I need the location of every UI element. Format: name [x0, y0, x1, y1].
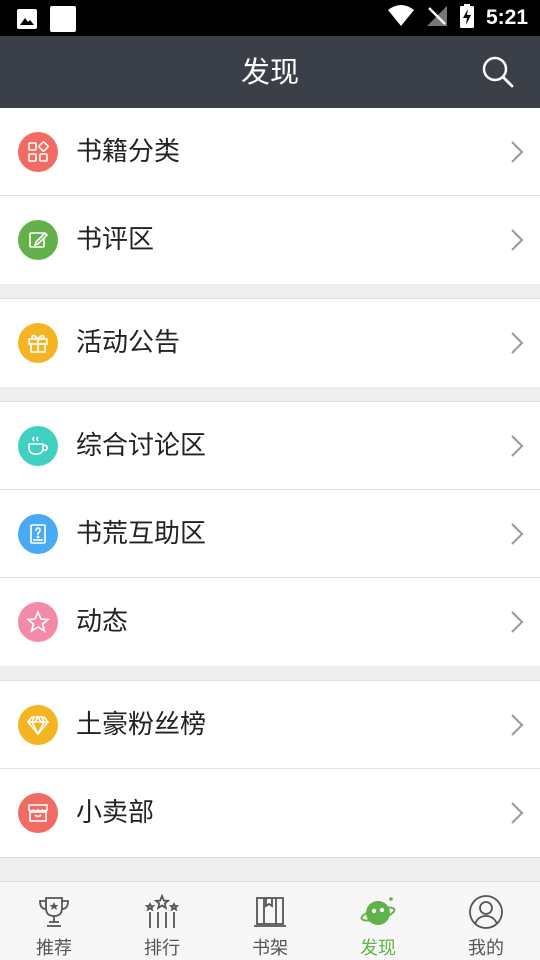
status-bar: 5:21: [0, 0, 540, 36]
chevron-right-icon: [511, 141, 524, 163]
image-notification-icon: [16, 8, 38, 34]
ranking-icon: [144, 894, 180, 928]
tab-ranking[interactable]: 排行: [108, 882, 216, 960]
planet-icon: [360, 897, 396, 925]
shop-icon: [18, 793, 58, 833]
tab-label: 排行: [144, 938, 180, 959]
gift-icon: [18, 323, 58, 363]
chevron-right-icon: [511, 802, 524, 824]
menu-item-label: 小卖部: [76, 798, 155, 828]
tab-label: 推荐: [36, 938, 72, 959]
status-time: 5:21: [485, 6, 528, 29]
chevron-right-icon: [511, 229, 524, 251]
menu-item-label: 土豪粉丝榜: [76, 710, 207, 740]
menu-item-label: 书荒互助区: [76, 519, 207, 549]
page-title: 发现: [240, 55, 299, 89]
menu-item-book-help[interactable]: 书荒互助区: [0, 490, 540, 578]
edit-icon: [18, 220, 58, 260]
star-icon: [18, 602, 58, 642]
chevron-right-icon: [511, 523, 524, 545]
menu-item-book-categories[interactable]: 书籍分类: [0, 108, 540, 196]
tab-bookshelf[interactable]: 书架: [216, 882, 324, 960]
app-bar: 发现: [0, 36, 540, 108]
battery-charging-icon: [459, 4, 474, 32]
tab-me[interactable]: 我的: [432, 882, 540, 960]
tab-recommend[interactable]: 推荐: [0, 882, 108, 960]
tab-label: 书架: [252, 938, 288, 959]
wifi-icon: [387, 5, 414, 31]
no-signal-icon: [426, 5, 448, 31]
diamond-icon: [18, 705, 58, 745]
menu-item-label: 综合讨论区: [76, 431, 207, 461]
menu-item-general-discussion[interactable]: 综合讨论区: [0, 402, 540, 490]
menu-item-label: 书评区: [76, 225, 155, 255]
grid-icon: [18, 132, 58, 172]
trophy-icon: [39, 897, 69, 927]
tab-label: 发现: [360, 938, 396, 959]
chevron-right-icon: [511, 611, 524, 633]
question-book-icon: [18, 514, 58, 554]
menu-item-announcements[interactable]: 活动公告: [0, 299, 540, 387]
section-divider: [0, 857, 540, 858]
search-icon: [482, 56, 514, 88]
menu-item-shop[interactable]: 小卖部: [0, 769, 540, 857]
menu-item-label: 动态: [76, 607, 129, 637]
menu-item-label: 活动公告: [76, 328, 181, 358]
tab-label: 我的: [468, 938, 504, 959]
menu-item-activity[interactable]: 动态: [0, 578, 540, 666]
bookshelf-icon: [254, 897, 286, 927]
tab-discover[interactable]: 发现: [324, 882, 432, 960]
app-notification-icon: [50, 6, 76, 36]
bottom-tab-bar: 推荐 排行 书架 发现 我的: [0, 881, 540, 960]
cup-icon: [18, 426, 58, 466]
chevron-right-icon: [511, 714, 524, 736]
chevron-right-icon: [511, 332, 524, 354]
profile-icon: [469, 895, 503, 929]
menu-item-book-reviews[interactable]: 书评区: [0, 196, 540, 284]
chevron-right-icon: [511, 435, 524, 457]
search-button[interactable]: [478, 52, 518, 92]
menu-item-label: 书籍分类: [76, 137, 181, 167]
menu-item-fan-ranking[interactable]: 土豪粉丝榜: [0, 681, 540, 769]
